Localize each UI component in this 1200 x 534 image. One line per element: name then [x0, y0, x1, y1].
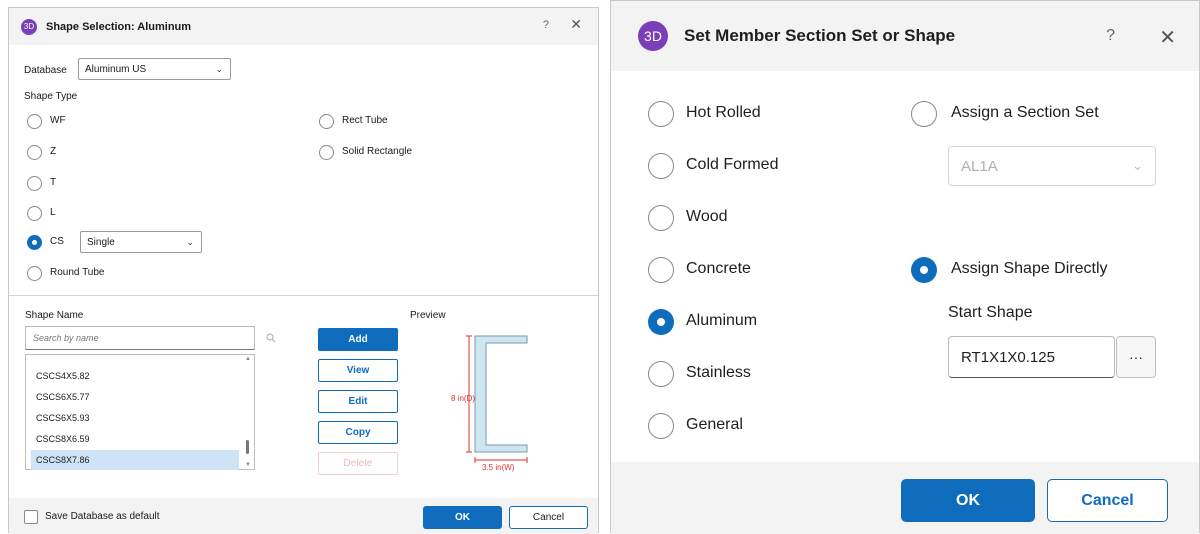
section-set-select[interactable]: AL1A ⌄: [948, 146, 1156, 186]
scrollbar-thumb[interactable]: [246, 440, 249, 454]
edit-button[interactable]: Edit: [318, 390, 398, 413]
start-shape-input[interactable]: [948, 336, 1115, 378]
radio-concrete[interactable]: [648, 257, 674, 283]
list-item[interactable]: CSCS8X6.59: [31, 429, 239, 449]
radio-assign-section-set-label: Assign a Section Set: [951, 104, 1099, 121]
title-bar: 3D Shape Selection: Aluminum ? ✕: [9, 8, 598, 45]
list-item[interactable]: CSCS6X5.93: [31, 408, 239, 428]
help-button[interactable]: ?: [543, 19, 549, 31]
search-button[interactable]: [259, 326, 283, 350]
scroll-down-icon[interactable]: ▼: [245, 462, 251, 468]
chevron-down-icon: ⌄: [186, 237, 194, 247]
close-button[interactable]: ✕: [570, 16, 582, 33]
cancel-button[interactable]: Cancel: [1047, 479, 1168, 522]
radio-rect-tube-label: Rect Tube: [342, 115, 388, 126]
list-item[interactable]: CSCS4X5.82: [31, 366, 239, 386]
dialog-footer: OK Cancel: [611, 462, 1199, 534]
browse-shape-button[interactable]: ···: [1116, 336, 1156, 378]
radio-round-tube-label: Round Tube: [50, 267, 105, 278]
cs-type-select[interactable]: Single ⌄: [80, 231, 202, 253]
database-label: Database: [24, 65, 67, 76]
radio-cs-label: CS: [50, 236, 64, 247]
database-value: Aluminum US: [85, 63, 147, 75]
ok-button[interactable]: OK: [423, 506, 502, 529]
section-set-value: AL1A: [961, 157, 998, 175]
preview-label: Preview: [410, 310, 446, 321]
app-logo-icon: 3D: [638, 21, 668, 51]
set-member-section-dialog: 3D Set Member Section Set or Shape ? ✕ H…: [610, 0, 1200, 534]
delete-button[interactable]: Delete: [318, 452, 398, 475]
radio-hot-rolled[interactable]: [648, 101, 674, 127]
section-divider: [9, 295, 598, 296]
save-default-checkbox[interactable]: [24, 510, 38, 524]
dialog-title: Shape Selection: Aluminum: [46, 20, 192, 33]
help-button[interactable]: ?: [1106, 27, 1115, 45]
shape-list[interactable]: CSCS4X5.82 CSCS6X5.77 CSCS6X5.93 CSCS8X6…: [25, 354, 255, 470]
dialog-footer: Save Database as default OK Cancel: [9, 498, 598, 534]
cancel-button[interactable]: Cancel: [509, 506, 588, 529]
radio-z-label: Z: [50, 146, 57, 157]
list-item[interactable]: CSCS6X5.77: [31, 387, 239, 407]
radio-assign-section-set[interactable]: [911, 101, 937, 127]
radio-t-label: T: [50, 177, 57, 188]
title-bar: 3D Set Member Section Set or Shape ? ✕: [611, 1, 1199, 71]
cs-type-value: Single: [87, 236, 115, 248]
radio-cs[interactable]: [27, 235, 42, 250]
radio-hot-rolled-label: Hot Rolled: [686, 104, 761, 121]
scroll-up-icon[interactable]: ▲: [245, 356, 251, 362]
app-logo-icon: 3D: [21, 18, 37, 35]
radio-wood-label: Wood: [686, 208, 728, 225]
list-item-selected[interactable]: CSCS8X7.86: [31, 450, 239, 470]
view-button[interactable]: View: [318, 359, 398, 382]
radio-general-label: General: [686, 416, 743, 433]
chevron-down-icon: ⌄: [1132, 158, 1143, 173]
radio-stainless-label: Stainless: [686, 364, 751, 381]
dialog-title: Set Member Section Set or Shape: [684, 26, 956, 45]
radio-stainless[interactable]: [648, 361, 674, 387]
radio-round-tube[interactable]: [27, 266, 42, 281]
search-icon: [266, 333, 276, 343]
radio-solid-rectangle[interactable]: [319, 145, 334, 160]
ok-button[interactable]: OK: [901, 479, 1035, 522]
radio-assign-shape-directly[interactable]: [911, 257, 937, 283]
radio-aluminum[interactable]: [648, 309, 674, 335]
radio-assign-shape-directly-label: Assign Shape Directly: [951, 260, 1108, 277]
radio-t[interactable]: [27, 176, 42, 191]
radio-l[interactable]: [27, 206, 42, 221]
add-button[interactable]: Add: [318, 328, 398, 351]
copy-button[interactable]: Copy: [318, 421, 398, 444]
radio-solid-rectangle-label: Solid Rectangle: [342, 146, 413, 157]
radio-z[interactable]: [27, 145, 42, 160]
radio-cold-formed[interactable]: [648, 153, 674, 179]
radio-wood[interactable]: [648, 205, 674, 231]
shape-type-label: Shape Type: [24, 91, 78, 102]
radio-concrete-label: Concrete: [686, 260, 751, 277]
start-shape-label: Start Shape: [948, 304, 1033, 321]
chevron-down-icon: ⌄: [215, 64, 223, 74]
close-button[interactable]: ✕: [1159, 25, 1176, 50]
radio-cold-formed-label: Cold Formed: [686, 156, 779, 173]
radio-aluminum-label: Aluminum: [686, 312, 758, 329]
shape-selection-dialog: 3D Shape Selection: Aluminum ? ✕ Databas…: [8, 7, 599, 534]
radio-l-label: L: [50, 207, 56, 218]
save-default-label: Save Database as default: [45, 511, 160, 522]
database-select[interactable]: Aluminum US ⌄: [78, 58, 231, 80]
radio-rect-tube[interactable]: [319, 114, 334, 129]
radio-general[interactable]: [648, 413, 674, 439]
preview-depth-label: 8 in(D): [451, 394, 476, 403]
radio-wf-label: WF: [50, 115, 66, 126]
shape-name-label: Shape Name: [25, 310, 84, 321]
shape-search-input[interactable]: [25, 326, 255, 350]
radio-wf[interactable]: [27, 114, 42, 129]
preview-width-label: 3.5 in(W): [482, 463, 515, 472]
